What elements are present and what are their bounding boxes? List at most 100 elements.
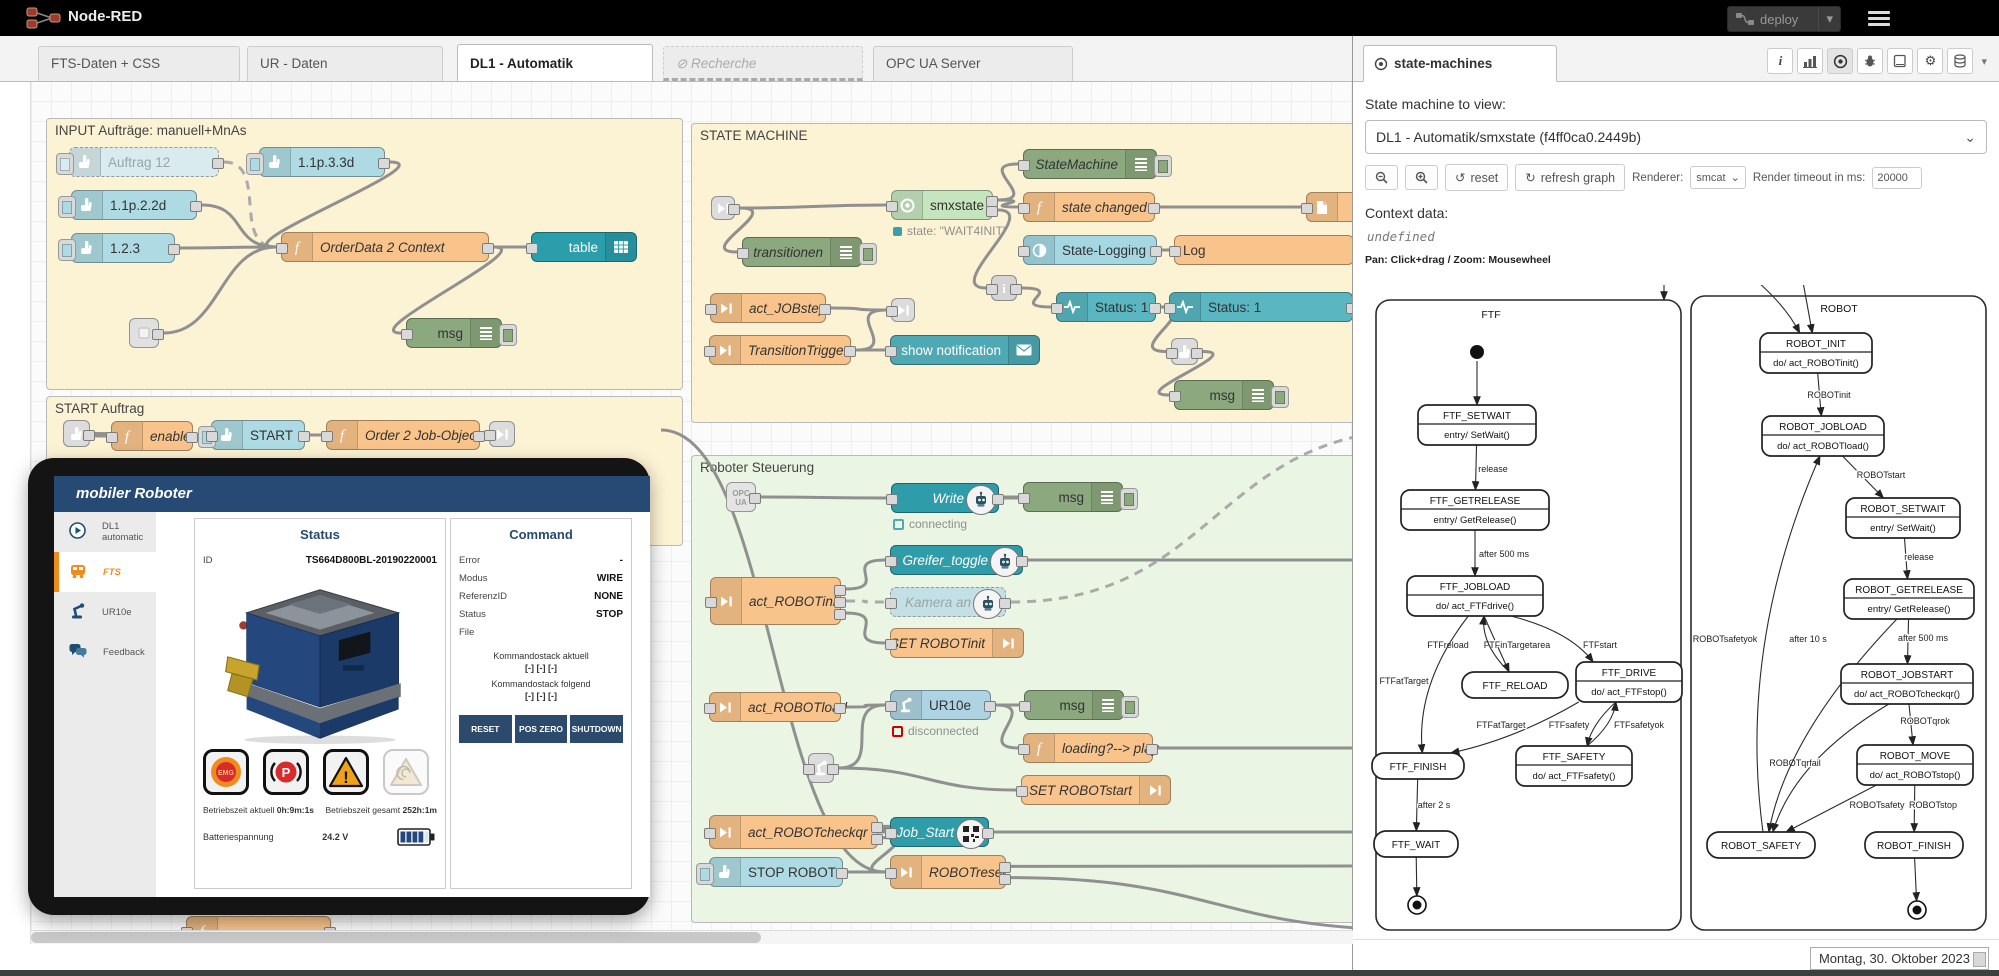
node-act-jobstep[interactable]: act_JOBstep: [710, 293, 826, 323]
output-port[interactable]: [836, 868, 848, 879]
input-port[interactable]: [704, 828, 716, 839]
output-port[interactable]: [986, 206, 998, 217]
output-port[interactable]: [1191, 348, 1203, 359]
tab-recherche[interactable]: ⊘ Recherche: [663, 46, 863, 81]
horizontal-scrollbar[interactable]: [31, 930, 1353, 944]
debug-toggle-button[interactable]: [1120, 488, 1138, 510]
output-port[interactable]: [1148, 203, 1160, 214]
output-port[interactable]: [819, 304, 831, 315]
inject-button[interactable]: [246, 153, 264, 175]
zoom-out-button[interactable]: [1365, 165, 1398, 190]
input-port[interactable]: [1166, 348, 1178, 359]
node-greifer-toggle[interactable]: Greifer_toggle: [890, 545, 1023, 575]
tab-ur-daten[interactable]: UR - Daten: [247, 46, 443, 81]
input-port[interactable]: [276, 243, 288, 254]
output-port[interactable]: [834, 597, 846, 608]
input-port[interactable]: [1051, 303, 1063, 314]
output-port[interactable]: [827, 764, 839, 775]
info-icon[interactable]: i: [1767, 48, 1793, 74]
output-port[interactable]: [992, 494, 1004, 505]
menu-item-dl1-automatic[interactable]: DL1 automatic: [54, 512, 156, 552]
menu-item-ur10e[interactable]: UR10e: [54, 592, 156, 632]
node-orderdata-2-context[interactable]: fOrderData 2 Context: [281, 232, 489, 262]
input-port[interactable]: [1169, 246, 1181, 257]
input-port[interactable]: [885, 556, 897, 567]
input-port[interactable]: [1301, 203, 1313, 214]
inject-button[interactable]: [58, 239, 76, 261]
node-kamera-an[interactable]: Kamera an: [890, 587, 1006, 617]
input-port[interactable]: [737, 248, 749, 259]
bug-icon[interactable]: [1857, 48, 1883, 74]
gear-icon[interactable]: ⚙: [1917, 48, 1943, 74]
output-port[interactable]: [834, 703, 846, 714]
node-sa_linkout[interactable]: [489, 421, 515, 447]
node-msg[interactable]: msg: [406, 318, 502, 348]
output-port[interactable]: [152, 329, 164, 340]
deploy-button[interactable]: deploy ▾: [1727, 6, 1841, 32]
debug-toggle-button[interactable]: [1271, 386, 1289, 408]
node-armg[interactable]: [808, 753, 834, 783]
output-port[interactable]: [298, 431, 310, 442]
node-act-robotinit[interactable]: act_ROBOTinit: [710, 577, 841, 625]
input-port[interactable]: [1018, 203, 1030, 214]
tab-opc-ua-server[interactable]: OPC UA Server: [873, 46, 1073, 81]
output-port[interactable]: [190, 201, 202, 212]
output-port[interactable]: [1146, 744, 1158, 755]
node-msg[interactable]: msg: [1174, 380, 1274, 410]
node-state-changed[interactable]: fstate changed: [1023, 192, 1155, 222]
timeout-input[interactable]: 20000: [1872, 167, 1922, 189]
zoom-in-button[interactable]: [1405, 165, 1438, 190]
node-act-robotcheckqr[interactable]: act_ROBOTcheckqr: [709, 815, 878, 849]
node-1-1p-2-2d[interactable]: 1.1p.2.2d: [71, 190, 197, 220]
output-port[interactable]: [999, 874, 1011, 885]
node-robotreset[interactable]: ROBOTreset: [890, 855, 1006, 889]
output-port[interactable]: [844, 346, 856, 357]
node-ur10e[interactable]: UR10e: [890, 690, 991, 720]
output-port[interactable]: [749, 493, 761, 504]
tab-dl1-automatik[interactable]: DL1 - Automatik: [457, 44, 653, 81]
chevron-down-icon[interactable]: ▾: [1981, 55, 1987, 68]
input-port[interactable]: [885, 598, 897, 609]
node-write[interactable]: Write: [891, 483, 999, 513]
chart-icon[interactable]: [1797, 48, 1823, 74]
node-stop-robot[interactable]: STOP ROBOT: [709, 857, 843, 887]
debug-toggle-button[interactable]: [1154, 155, 1172, 177]
menu-icon[interactable]: [1866, 8, 1892, 28]
output-port[interactable]: [83, 430, 95, 441]
node-act-robotload[interactable]: act_ROBOTload: [709, 692, 841, 722]
input-port[interactable]: [206, 431, 218, 442]
input-port[interactable]: [885, 639, 897, 650]
refresh-graph-button[interactable]: ↻refresh graph: [1515, 164, 1625, 191]
book-icon[interactable]: [1887, 48, 1913, 74]
node-log[interactable]: Log: [1174, 235, 1353, 265]
input-port[interactable]: [1164, 303, 1176, 314]
node-enable[interactable]: fenable: [111, 421, 193, 451]
node-transitionen[interactable]: transitionen: [742, 237, 862, 267]
input-port[interactable]: [885, 868, 897, 879]
output-port[interactable]: [1149, 303, 1161, 314]
input-port[interactable]: [704, 346, 716, 357]
output-port[interactable]: [871, 822, 883, 833]
node-state-logging[interactable]: State-Logging: [1023, 235, 1157, 265]
input-port[interactable]: [321, 431, 333, 442]
node-inode[interactable]: i: [991, 275, 1017, 301]
output-port[interactable]: [186, 432, 198, 443]
output-port[interactable]: [1016, 556, 1028, 567]
menu-item-feedback[interactable]: Feedback: [54, 632, 156, 672]
inject-button[interactable]: [56, 153, 74, 175]
output-port[interactable]: [871, 834, 883, 845]
input-port[interactable]: [1016, 786, 1028, 797]
output-port[interactable]: [212, 158, 224, 169]
output-port[interactable]: [999, 598, 1011, 609]
database-icon[interactable]: [1947, 48, 1973, 74]
node-opcua[interactable]: OPCUA: [726, 482, 756, 512]
output-port[interactable]: [999, 862, 1011, 873]
node-set-robotinit[interactable]: SET ROBOTinit: [890, 628, 1024, 658]
output-port[interactable]: [482, 243, 494, 254]
node-job-start[interactable]: Job_Start: [890, 817, 989, 847]
input-port[interactable]: [885, 828, 897, 839]
debug-toggle-button[interactable]: [859, 243, 877, 265]
input-port[interactable]: [1019, 701, 1031, 712]
output-port[interactable]: [378, 158, 390, 169]
input-port[interactable]: [803, 764, 815, 775]
